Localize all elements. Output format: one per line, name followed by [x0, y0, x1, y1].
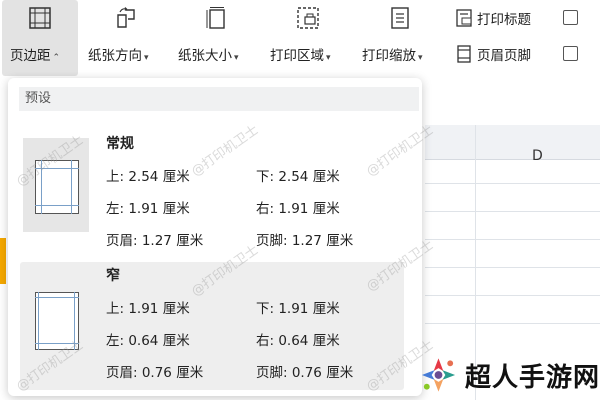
paper-size-icon [206, 7, 225, 29]
page-preview-normal [23, 138, 89, 232]
header-footer-label: 页眉页脚 [477, 48, 531, 64]
chevron-down-icon: ▾ [326, 53, 331, 63]
grid-row-line [425, 267, 600, 268]
preset-name: 常规 [106, 136, 134, 152]
paper-size-label: 纸张大小 [178, 48, 232, 64]
margins-button[interactable]: 页边距 ⌃ [2, 0, 78, 76]
margins-icon [29, 7, 51, 29]
preset-name: 窄 [106, 268, 120, 284]
header-footer-button[interactable]: 页眉页脚 [455, 44, 531, 64]
margin-right-value: 右: 1.91 厘米 [256, 201, 340, 217]
grid-row-line [425, 211, 600, 212]
margin-footer-value: 页脚: 1.27 厘米 [256, 233, 354, 249]
chevron-down-icon: ▾ [234, 53, 239, 63]
orientation-button[interactable]: 纸张方向 ▾ [84, 0, 166, 76]
column-header-bar [425, 125, 600, 160]
logo-icon [421, 358, 456, 392]
print-area-label: 打印区域 [270, 48, 324, 64]
print-titles-icon [456, 9, 472, 27]
margin-header-value: 页眉: 1.27 厘米 [106, 233, 204, 249]
checkbox-bottom-box[interactable] [563, 46, 578, 61]
margins-dropdown: 预设 常规 上: 2.54 厘米 下: 2.54 厘米 左: 1.91 厘米 右… [8, 78, 422, 396]
chevron-down-icon: ▾ [144, 53, 149, 63]
orientation-icon [117, 7, 135, 28]
grid-row-line [425, 295, 600, 296]
margins-label: 页边距 [10, 48, 51, 64]
margin-bottom-value: 下: 1.91 厘米 [256, 301, 340, 317]
print-scale-icon [391, 7, 409, 29]
header-footer-icon [457, 45, 471, 63]
paper-size-button[interactable]: 纸张大小 ▾ [174, 0, 256, 76]
margin-top-value: 上: 1.91 厘米 [106, 301, 190, 317]
grid-row-line [425, 183, 600, 184]
chevron-down-icon: ▾ [418, 53, 423, 63]
grid-row-line [425, 323, 600, 324]
page-preview-narrow [23, 270, 89, 364]
margin-left-value: 左: 0.64 厘米 [106, 333, 190, 349]
checkbox-top[interactable] [563, 10, 582, 25]
checkbox-top-box[interactable] [563, 10, 578, 25]
print-titles-label: 打印标题 [477, 12, 531, 28]
margin-bottom-value: 下: 2.54 厘米 [256, 169, 340, 185]
print-scale-label: 打印缩放 [362, 48, 416, 64]
margin-header-value: 页眉: 0.76 厘米 [106, 365, 204, 381]
orientation-label: 纸张方向 [88, 48, 142, 64]
margin-footer-value: 页脚: 0.76 厘米 [256, 365, 354, 381]
chevron-up-icon: ⌃ [52, 53, 61, 63]
margin-top-value: 上: 2.54 厘米 [106, 169, 190, 185]
print-scale-button[interactable]: 打印缩放 ▾ [358, 0, 440, 76]
grid-row-line [425, 239, 600, 240]
margin-left-value: 左: 1.91 厘米 [106, 201, 190, 217]
column-d-header[interactable]: D [532, 148, 543, 164]
margin-right-value: 右: 0.64 厘米 [256, 333, 340, 349]
print-titles-button[interactable]: 打印标题 [455, 8, 531, 28]
logo-text: 超人手游网 [464, 362, 600, 393]
active-cell-marker [0, 238, 6, 284]
preset-section-header: 预设 [19, 87, 419, 111]
print-area-button[interactable]: 打印区域 ▾ [266, 0, 348, 76]
print-area-icon [297, 7, 319, 29]
checkbox-bottom[interactable] [563, 46, 582, 61]
preset-narrow[interactable]: 窄 上: 1.91 厘米 下: 1.91 厘米 左: 0.64 厘米 右: 0.… [20, 262, 404, 390]
preset-normal[interactable]: 常规 上: 2.54 厘米 下: 2.54 厘米 左: 1.91 厘米 右: 1… [20, 130, 404, 258]
site-logo: 超人手游网 [418, 350, 600, 400]
page-layout-toolbar: 页边距 ⌃ 纸张方向 ▾ 纸张大小 ▾ 打印区域 ▾ 打印缩放 ▾ 打印标题 页… [0, 0, 600, 78]
